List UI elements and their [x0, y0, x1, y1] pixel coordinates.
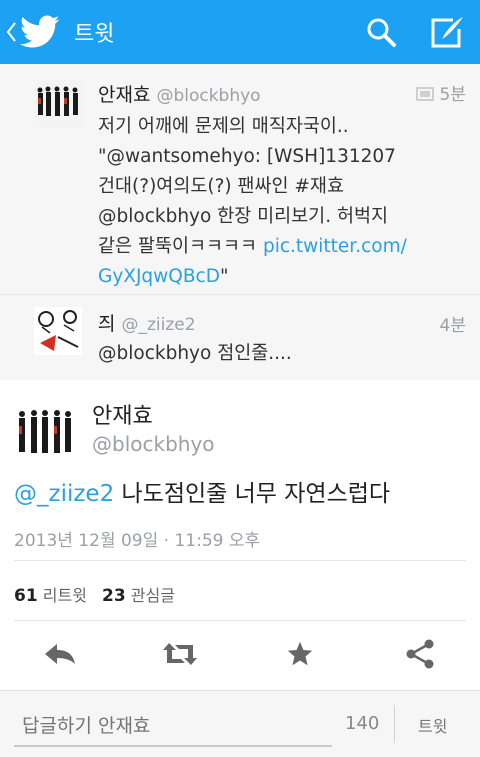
tweet-time: 4분 [439, 316, 466, 336]
main-tweet: 안재효 @blockbhyo @_ziize2 나도점인줄 너무 자연스럽다 2… [0, 380, 480, 690]
tweet-body: @blockbhyo 점인줄.... [98, 339, 458, 369]
tweet-line: @blockbhyo 점인줄.... [98, 343, 292, 364]
favorite-label: 관심글 [130, 586, 175, 605]
tweet-actions [0, 622, 480, 686]
divider [14, 560, 466, 561]
tweet-line: "@wantsomehyo: [WSH]131207 [98, 146, 396, 167]
tweet-text: 같은 팔뚝이ㅋㅋㅋㅋ [98, 236, 263, 257]
tweet-line: GyXJqwQBcD" [98, 262, 458, 292]
divider [14, 620, 466, 621]
star-icon [287, 641, 313, 666]
author-handle[interactable]: @blockbhyo [156, 86, 260, 106]
reply-input[interactable] [22, 711, 332, 741]
share-button[interactable] [360, 622, 480, 686]
tweet-stats: 61 리트윗 23 관심글 [14, 582, 175, 606]
favorite-stat[interactable]: 23 관심글 [102, 586, 175, 606]
search-button[interactable] [348, 0, 414, 64]
tweet-link[interactable]: GyXJqwQBcD [98, 266, 220, 287]
reply-icon [45, 644, 75, 664]
avatar[interactable] [34, 80, 82, 128]
media-icon [415, 87, 434, 101]
top-bar: 트윗 [0, 0, 480, 64]
retweet-label: 리트윗 [42, 586, 87, 605]
tweet-line: 같은 팔뚝이ㅋㅋㅋㅋ pic.twitter.com/ [98, 232, 458, 262]
retweet-button[interactable] [120, 622, 240, 686]
input-underline [14, 745, 332, 747]
reply-button[interactable] [0, 622, 120, 686]
author-name[interactable]: 안재효 [98, 84, 150, 106]
avatar[interactable] [34, 307, 82, 355]
author-handle[interactable]: @_ziize2 [121, 315, 195, 335]
tweet-time: 5분 [415, 80, 466, 105]
share-icon [406, 639, 434, 669]
retweet-icon [163, 643, 197, 665]
compose-button[interactable] [414, 0, 480, 64]
tweet-link[interactable]: pic.twitter.com/ [263, 236, 407, 257]
favorite-button[interactable] [240, 622, 360, 686]
page-title: 트윗 [74, 22, 115, 47]
main-tweet-text: @_ziize2 나도점인줄 너무 자연스럽다 [14, 474, 390, 508]
tweet-line: @blockbhyo 한장 미리보기. 허벅지 [98, 206, 389, 227]
author-name[interactable]: 즤 [98, 313, 115, 335]
tweet-text: 나도점인줄 너무 자연스럽다 [114, 481, 391, 507]
main-author-name[interactable]: 안재효 [92, 398, 153, 430]
mention-link[interactable]: @_ziize2 [14, 481, 114, 507]
reply-bar: 140 트윗 [0, 690, 480, 757]
compose-icon [431, 17, 463, 48]
twitter-bird-icon[interactable] [20, 15, 60, 49]
divider [394, 705, 395, 743]
avatar[interactable] [14, 402, 76, 464]
tweet-date: 2013년 12월 09일 · 11:59 오후 [14, 531, 261, 551]
time-label: 5분 [439, 85, 466, 105]
main-author-handle[interactable]: @blockbhyo [92, 432, 215, 456]
tweet-send-button[interactable]: 트윗 [418, 713, 447, 737]
retweet-stat[interactable]: 61 리트윗 [14, 586, 87, 606]
tweet-author[interactable]: 안재효 @blockbhyo [98, 80, 261, 107]
tweet-author[interactable]: 즤 @_ziize2 [98, 309, 196, 336]
tweet-item[interactable]: 안재효 @blockbhyo 5분 저기 어깨에 문제의 매직자국이.. "@wa… [0, 64, 480, 295]
favorite-count: 23 [102, 586, 126, 606]
tweet-body: 저기 어깨에 문제의 매직자국이.. "@wantsomehyo: [WSH]1… [98, 112, 458, 292]
character-counter: 140 [345, 713, 380, 734]
search-icon [367, 18, 396, 47]
tweet-line: 건대(?)여의도(?) 팬싸인 #재효 [98, 176, 344, 197]
back-chevron-icon[interactable] [4, 20, 18, 44]
tweet-line: 저기 어깨에 문제의 매직자국이.. [98, 116, 349, 137]
tweet-text: " [219, 266, 229, 287]
retweet-count: 61 [14, 586, 38, 606]
tweet-item[interactable]: 즤 @_ziize2 4분 @blockbhyo 점인줄.... [0, 295, 480, 381]
